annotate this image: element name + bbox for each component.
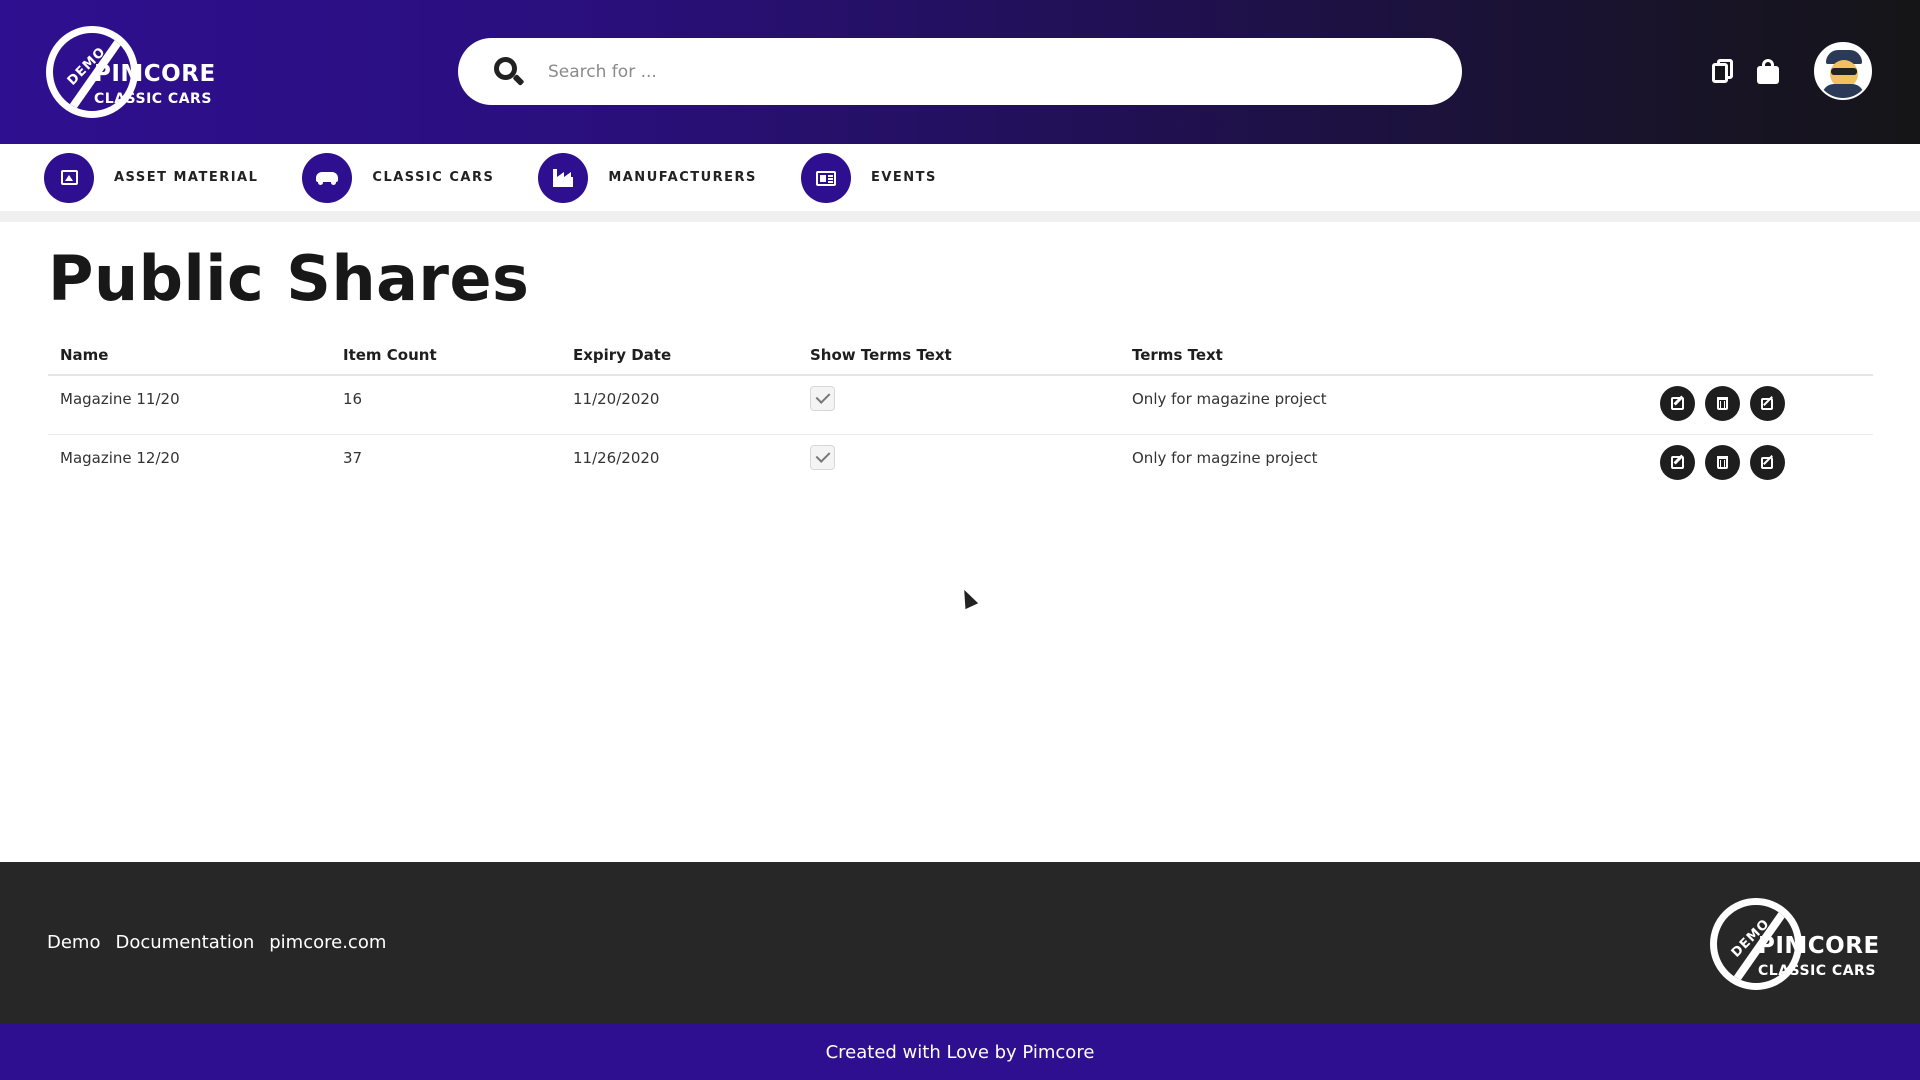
footer-link-documentation[interactable]: Documentation <box>115 932 254 953</box>
credit-text: Created with Love by Pimcore <box>825 1041 1095 1063</box>
pimcore-logo[interactable]: DEMO PIMCORE CLASSIC CARS <box>46 26 216 118</box>
cell-item-count: 37 <box>343 448 363 467</box>
external-link-icon <box>1761 456 1773 469</box>
table-row: Magazine 11/20 16 11/20/2020 Only for ma… <box>48 375 1873 435</box>
footer-logo[interactable]: DEMO PIMCORE CLASSIC CARS <box>1710 898 1880 990</box>
edit-button[interactable] <box>1660 444 1695 480</box>
cell-actions <box>1648 434 1873 493</box>
shopping-bag-icon[interactable] <box>1754 57 1782 85</box>
cell-show-terms-text <box>798 375 1120 435</box>
edit-icon <box>1671 397 1684 410</box>
search-bar <box>458 38 1462 105</box>
open-link-button[interactable] <box>1750 444 1785 480</box>
nav-item-classic-cars[interactable]: CLASSIC CARS <box>302 152 495 203</box>
footer-links: Demo Documentation pimcore.com <box>47 932 386 953</box>
delete-button[interactable] <box>1705 444 1740 480</box>
cell-name: Magazine 12/20 <box>60 448 180 467</box>
logo-mark: DEMO <box>46 26 138 118</box>
show-terms-checkbox[interactable] <box>810 444 835 470</box>
nav-label: CLASSIC CARS <box>372 170 495 185</box>
header-actions <box>1709 42 1872 100</box>
delete-button[interactable] <box>1705 386 1740 421</box>
footer-link-pimcore[interactable]: pimcore.com <box>269 932 386 953</box>
page-title: Public Shares <box>48 242 530 315</box>
cell-terms-text: Only for magzine project <box>1132 448 1318 467</box>
factory-icon <box>538 152 589 203</box>
trash-icon <box>1717 397 1728 410</box>
column-header-show-terms-text[interactable]: Show Terms Text <box>798 335 1120 376</box>
mouse-cursor <box>957 586 979 610</box>
edit-icon <box>1671 455 1684 469</box>
image-icon <box>44 152 94 203</box>
trash-icon <box>1717 455 1728 469</box>
column-header-item-count[interactable]: Item Count <box>331 335 561 376</box>
show-terms-checkbox[interactable] <box>810 386 835 411</box>
main-nav: ASSET MATERIAL CLASSIC CARS MANUFACTURER… <box>0 144 1920 211</box>
cell-actions <box>1648 375 1873 435</box>
nav-item-asset-material[interactable]: ASSET MATERIAL <box>44 152 259 203</box>
car-icon <box>302 152 353 203</box>
cell-show-terms-text <box>798 434 1120 493</box>
cell-expiry-date: 11/26/2020 <box>573 448 660 467</box>
table-row: Magazine 12/20 37 11/26/2020 Only for ma… <box>48 434 1873 493</box>
header: DEMO PIMCORE CLASSIC CARS <box>0 0 1920 144</box>
public-shares-table: Name Item Count Expiry Date Show Terms T… <box>48 335 1873 493</box>
logo-mark: DEMO <box>1710 898 1802 990</box>
search-icon[interactable] <box>494 56 525 87</box>
table-header-row: Name Item Count Expiry Date Show Terms T… <box>48 335 1873 376</box>
footer-link-demo[interactable]: Demo <box>47 932 100 953</box>
open-link-button[interactable] <box>1750 386 1785 421</box>
nav-label: EVENTS <box>870 170 937 185</box>
footer: Demo Documentation pimcore.com DEMO PIMC… <box>0 862 1920 1024</box>
avatar[interactable] <box>1814 42 1872 100</box>
nav-item-events[interactable]: EVENTS <box>800 152 937 203</box>
credit-bar: Created with Love by Pimcore <box>0 1024 1920 1080</box>
cell-expiry-date: 11/20/2020 <box>561 375 798 435</box>
column-header-expiry-date[interactable]: Expiry Date <box>561 335 798 376</box>
newspaper-icon <box>800 152 851 203</box>
column-header-terms-text[interactable]: Terms Text <box>1120 335 1648 376</box>
nav-item-manufacturers[interactable]: MANUFACTURERS <box>538 152 757 203</box>
copy-icon[interactable] <box>1709 57 1737 85</box>
cell-name: Magazine 11/20 <box>48 375 331 435</box>
cell-terms-text: Only for magazine project <box>1120 375 1648 435</box>
edit-button[interactable] <box>1660 386 1695 421</box>
column-header-name[interactable]: Name <box>48 335 331 376</box>
divider <box>0 211 1920 222</box>
cell-item-count: 16 <box>331 375 561 435</box>
external-link-icon <box>1761 398 1773 410</box>
search-input[interactable] <box>548 51 1348 92</box>
column-header-actions <box>1648 335 1873 376</box>
nav-label: ASSET MATERIAL <box>114 170 259 185</box>
nav-label: MANUFACTURERS <box>608 170 757 185</box>
